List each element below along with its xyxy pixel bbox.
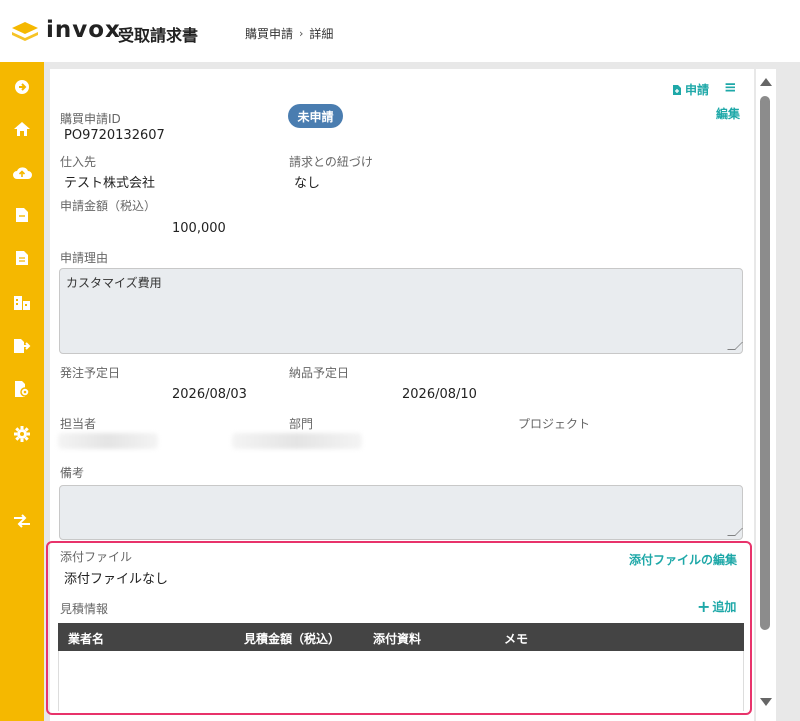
exchange-icon[interactable] [0, 508, 44, 534]
delivery-date-label: 納品予定日 [289, 366, 350, 380]
scroll-up-arrow-icon[interactable] [760, 78, 772, 86]
add-quote-label: 追加 [712, 600, 737, 614]
breadcrumb-item-purchase-request[interactable]: 購買申請 [245, 25, 293, 42]
breadcrumb: 購買申請 › 詳細 [245, 25, 333, 42]
invox-logo-icon [12, 22, 38, 41]
reason-label: 申請理由 [60, 251, 109, 265]
department-redacted [232, 433, 362, 449]
notes-label: 備考 [60, 466, 85, 480]
edit-link[interactable]: 編集 [716, 105, 740, 122]
resize-handle-icon[interactable] [727, 528, 743, 536]
breadcrumb-item-detail: 詳細 [309, 27, 334, 41]
add-quote-button[interactable]: + 追加 [697, 597, 736, 616]
order-date-label: 発注予定日 [60, 366, 121, 380]
quotes-table-header: 業者名 見積金額（税込） 添付資料 メモ [58, 623, 744, 651]
status-badge: 未申請 [288, 104, 343, 128]
home-icon[interactable] [0, 116, 44, 142]
amount-label: 申請金額（税込） [60, 199, 157, 213]
order-date-value: 2026/08/03 [172, 387, 247, 402]
assignee-label: 担当者 [60, 417, 97, 431]
apply-button-label: 申請 [685, 83, 710, 97]
sidebar [0, 62, 44, 721]
cloud-upload-icon[interactable] [0, 160, 44, 186]
column-header-quote-amount: 見積金額（税込） [244, 632, 341, 646]
attachments-label: 添付ファイル [60, 550, 133, 564]
file-export-icon[interactable] [0, 333, 44, 359]
top-bar: invox 受取請求書 購買申請 › 詳細 [0, 0, 800, 62]
delivery-date-value: 2026/08/10 [402, 387, 477, 402]
column-header-memo: メモ [504, 632, 529, 646]
reason-text: カスタマイズ費用 [66, 276, 162, 290]
brand-name: invox [46, 17, 121, 43]
chevron-right-icon: › [299, 27, 304, 40]
invoice-link-label: 請求との紐づけ [289, 155, 373, 169]
file-settings-icon[interactable] [0, 376, 44, 402]
edit-attachments-link[interactable]: 添付ファイルの編集 [629, 551, 737, 568]
arrow-right-circle-icon[interactable] [0, 74, 44, 100]
attachments-empty-text: 添付ファイルなし [64, 572, 169, 587]
column-header-attachments: 添付資料 [373, 632, 422, 646]
document-lines-icon[interactable] [0, 245, 44, 271]
notes-textarea[interactable] [59, 485, 743, 540]
reason-textarea[interactable]: カスタマイズ費用 [59, 268, 743, 354]
po-id-value: PO9720132607 [64, 128, 165, 143]
amount-value: 100,000 [172, 221, 226, 236]
scroll-down-arrow-icon[interactable] [760, 698, 772, 706]
invoice-link-value: なし [294, 176, 321, 191]
plus-icon: + [697, 597, 711, 616]
project-label: プロジェクト [518, 417, 591, 431]
department-label: 部門 [289, 417, 314, 431]
document-icon[interactable] [0, 202, 44, 228]
gear-icon[interactable] [0, 421, 44, 447]
column-header-vendor: 業者名 [68, 632, 105, 646]
brand-subtitle: 受取請求書 [118, 26, 199, 45]
vendor-value: テスト株式会社 [64, 176, 156, 191]
quotes-label: 見積情報 [60, 602, 109, 616]
buildings-icon[interactable] [0, 290, 44, 316]
apply-button[interactable]: 申請 [672, 81, 709, 98]
file-plus-icon [673, 84, 681, 95]
scrollbar-thumb[interactable] [760, 96, 770, 630]
vendor-label: 仕入先 [60, 155, 97, 169]
resize-handle-icon[interactable] [727, 342, 743, 350]
quotes-table-body [58, 651, 744, 711]
assignee-redacted [58, 433, 158, 449]
menu-icon[interactable]: ≡ [724, 78, 737, 96]
po-id-label: 購買申請ID [60, 112, 121, 126]
